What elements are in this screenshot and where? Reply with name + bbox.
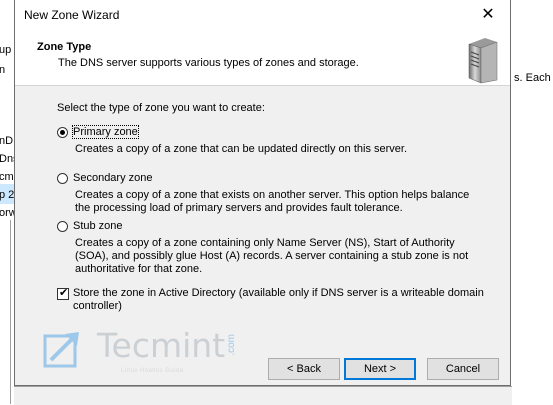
wizard-header: Zone Type The DNS server supports variou…: [15, 30, 510, 86]
background-text: nD: [0, 135, 14, 147]
secondary-zone-label[interactable]: Secondary zone: [73, 172, 153, 184]
close-icon[interactable]: ✕: [466, 0, 510, 30]
window-title: New Zone Wizard: [24, 8, 120, 22]
radio-button-selected[interactable]: [57, 127, 68, 138]
primary-zone-label[interactable]: Primary zone: [72, 125, 139, 139]
stub-zone-label[interactable]: Stub zone: [73, 220, 123, 232]
store-in-ad-label-continued: controller): [73, 300, 122, 312]
background-window-left: up n nD Dns p 2 cm orw: [0, 0, 19, 404]
cancel-button[interactable]: Cancel: [427, 358, 499, 380]
page-subtitle: The DNS server supports various types of…: [58, 57, 359, 69]
stub-zone-description: Creates a copy of a zone containing only…: [75, 237, 469, 275]
checkbox[interactable]: ✔: [57, 287, 69, 300]
primary-zone-description: Creates a copy of a zone that can be upd…: [75, 143, 408, 155]
watermark-logo-icon: [43, 332, 79, 368]
radio-button[interactable]: [57, 221, 68, 232]
next-button[interactable]: Next >: [344, 358, 416, 380]
zone-type-prompt: Select the type of zone you want to crea…: [57, 102, 265, 114]
watermark-brand: Tecmint: [97, 326, 226, 365]
background-window-right: s. Each z: [512, 0, 553, 404]
title-bar: New Zone Wizard ✕: [15, 0, 510, 30]
server-tower-icon: [468, 38, 498, 84]
watermark-suffix: .com: [226, 334, 237, 356]
checkmark-icon: ✔: [59, 287, 69, 299]
store-in-ad-label[interactable]: Store the zone in Active Directory (avai…: [73, 287, 484, 299]
background-text: cm: [0, 171, 14, 183]
watermark: Tecmint .com Linux Howtos Guide: [43, 326, 243, 378]
background-tree-line: [10, 220, 11, 404]
secondary-zone-description: Creates a copy of a zone that exists on …: [75, 189, 470, 214]
radio-button[interactable]: [57, 173, 68, 184]
page-title: Zone Type: [37, 41, 92, 53]
new-zone-wizard-dialog: New Zone Wizard ✕ Zone Type The DNS serv…: [14, 0, 511, 386]
background-text: s. Each z: [514, 72, 553, 84]
background-text: n: [0, 64, 6, 76]
back-button[interactable]: < Back: [268, 358, 340, 380]
watermark-tagline: Linux Howtos Guide: [121, 368, 184, 374]
background-text: up: [0, 44, 12, 56]
background-statusbar: [14, 386, 512, 405]
background-text: p 2: [0, 189, 15, 201]
